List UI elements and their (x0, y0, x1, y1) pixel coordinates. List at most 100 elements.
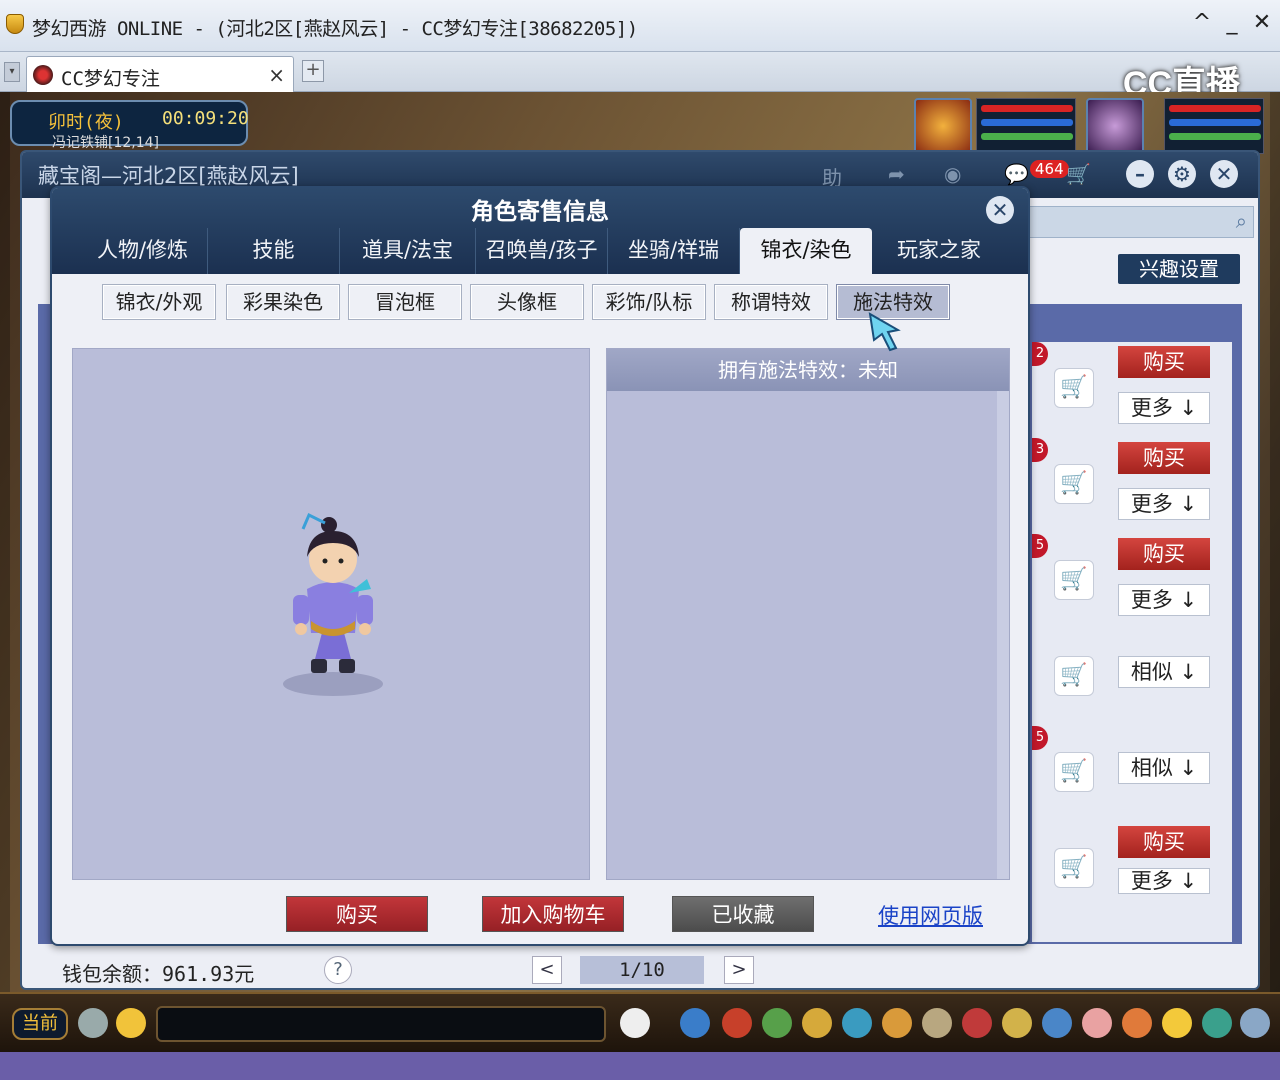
collapse-button[interactable]: ^ (1190, 10, 1214, 35)
gift-icon[interactable] (962, 1008, 992, 1038)
computer-icon[interactable] (1240, 1008, 1270, 1038)
cast-effect-scrollbar[interactable] (997, 391, 1009, 879)
tab-bar: ▾ CC梦幻专注 × + CC直播 (0, 52, 1280, 103)
new-tab-button[interactable]: + (302, 60, 324, 82)
share-icon[interactable]: ➦ (888, 162, 905, 186)
buy-button[interactable]: 购买 (286, 896, 428, 932)
next-page-button[interactable]: > (724, 956, 754, 984)
smiley-icon[interactable] (1162, 1008, 1192, 1038)
game-location: 冯记铁铺[12,14] (52, 135, 160, 151)
character-portrait[interactable] (914, 98, 972, 154)
tab-items-treasures[interactable]: 道具/法宝 (340, 228, 476, 274)
bag-icon[interactable] (722, 1008, 752, 1038)
similar-button[interactable]: 相似 ↓ (1118, 752, 1210, 784)
list-item: 2 🛒 购买 更多 ↓ (1032, 342, 1232, 432)
subtab-avatar-frame[interactable]: 头像框 (470, 284, 584, 320)
peach-icon[interactable] (1082, 1008, 1112, 1038)
game-bottom-hud: 当前 (0, 992, 1280, 1052)
tab-skills[interactable]: 技能 (208, 228, 340, 274)
app-icon (6, 14, 24, 34)
map-icon[interactable] (1042, 1008, 1072, 1038)
more-button[interactable]: 更多 ↓ (1118, 584, 1210, 616)
favorited-button[interactable]: 已收藏 (672, 896, 814, 932)
window-titlebar: 梦幻西游 ONLINE - (河北2区[燕赵风云] - CC梦幻专注[38682… (0, 0, 1280, 52)
subtab-title-effect[interactable]: 称谓特效 (714, 284, 828, 320)
sword-icon[interactable] (680, 1008, 710, 1038)
character-sale-info-modal: 角色寄售信息 ✕ 人物/修炼 技能 道具/法宝 召唤兽/孩子 坐骑/祥瑞 锦衣/… (50, 186, 1030, 946)
browser-tab[interactable]: CC梦幻专注 × (26, 56, 294, 92)
cast-effect-header: 拥有施法特效：未知 (607, 349, 1009, 391)
pet-icon[interactable] (882, 1008, 912, 1038)
page-indicator: 1/10 (580, 956, 704, 984)
item-index: 5 (1032, 726, 1048, 750)
more-button[interactable]: 更多 ↓ (1118, 488, 1210, 520)
pet-portrait[interactable] (1086, 98, 1144, 154)
cart-icon[interactable]: 🛒 (1066, 162, 1091, 186)
similar-button[interactable]: 相似 ↓ (1118, 656, 1210, 688)
add-to-cart-icon[interactable]: 🛒 (1054, 464, 1094, 504)
character-status-bars (976, 98, 1076, 154)
add-to-cart-icon[interactable]: 🛒 (1054, 656, 1094, 696)
item-index: 3 (1032, 438, 1048, 462)
pet-face-icon[interactable] (620, 1008, 650, 1038)
add-to-cart-icon[interactable]: 🛒 (1054, 848, 1094, 888)
more-button[interactable]: 更多 ↓ (1118, 868, 1210, 894)
modal-close-button[interactable]: ✕ (986, 196, 1014, 224)
team-icon[interactable] (762, 1008, 792, 1038)
character-sprite (283, 512, 383, 696)
search-input[interactable]: ⌕ (1022, 206, 1254, 238)
minimize-panel-button[interactable]: – (1126, 160, 1154, 188)
basket-icon[interactable] (1122, 1008, 1152, 1038)
tab-summons-children[interactable]: 召唤兽/孩子 (476, 228, 608, 274)
tab-player-home[interactable]: 玩家之家 (872, 228, 1006, 274)
tab-mounts[interactable]: 坐骑/祥瑞 (608, 228, 740, 274)
prev-page-button[interactable]: < (532, 956, 562, 984)
web-version-link[interactable]: 使用网页版 (878, 900, 983, 930)
interest-settings-button[interactable]: 兴趣设置 (1118, 254, 1240, 284)
add-to-cart-button[interactable]: 加入购物车 (482, 896, 624, 932)
chat-input[interactable] (156, 1006, 606, 1042)
close-panel-button[interactable]: ✕ (1210, 160, 1238, 188)
add-to-cart-icon[interactable]: 🛒 (1054, 368, 1094, 408)
system-icon[interactable] (1202, 1008, 1232, 1038)
bell-icon[interactable] (1002, 1008, 1032, 1038)
message-icon[interactable]: 💬 (1004, 162, 1029, 186)
chat-channel-button[interactable]: 当前 (12, 1008, 68, 1040)
subtab-bubble-frame[interactable]: 冒泡框 (348, 284, 462, 320)
buy-button[interactable]: 购买 (1118, 346, 1210, 378)
tab-close-button[interactable]: × (268, 63, 285, 87)
fist-icon[interactable] (802, 1008, 832, 1038)
subtab-outfit-appearance[interactable]: 锦衣/外观 (102, 284, 216, 320)
buy-button[interactable]: 购买 (1118, 442, 1210, 474)
more-button[interactable]: 更多 ↓ (1118, 392, 1210, 424)
tab-favicon-icon (33, 65, 53, 85)
tab-menu-button[interactable]: ▾ (4, 62, 20, 82)
add-to-cart-icon[interactable]: 🛒 (1054, 560, 1094, 600)
scroll-icon[interactable] (922, 1008, 952, 1038)
chat-bubble-icon[interactable] (116, 1008, 146, 1038)
subtab-fruit-dye[interactable]: 彩果染色 (226, 284, 340, 320)
close-window-button[interactable]: ✕ (1250, 10, 1274, 35)
minimize-button[interactable]: _ (1220, 10, 1244, 35)
mouse-cursor-icon (868, 312, 901, 352)
buy-button[interactable]: 购买 (1118, 538, 1210, 570)
add-to-cart-icon[interactable]: 🛒 (1054, 752, 1094, 792)
game-time-label: 卯时(夜) (48, 112, 124, 133)
subtab-ornament-team-badge[interactable]: 彩饰/队标 (592, 284, 706, 320)
microphone-icon[interactable] (78, 1008, 108, 1038)
record-icon[interactable]: ◉ (944, 162, 961, 186)
taskbar-strip (0, 1052, 1280, 1080)
settings-button[interactable]: ⚙ (1168, 160, 1196, 188)
tab-character-cultivation[interactable]: 人物/修炼 (78, 228, 208, 274)
browser-tab-label: CC梦幻专注 (61, 68, 160, 90)
list-item: 5 🛒 购买 更多 ↓ (1032, 534, 1232, 624)
buy-button[interactable]: 购买 (1118, 826, 1210, 858)
game-timer: 00:09:20 (162, 108, 249, 129)
tab-outfits-dye[interactable]: 锦衣/染色 (740, 228, 872, 274)
friends-icon[interactable] (842, 1008, 872, 1038)
wallet-balance: 钱包余额：961.93元 (62, 962, 255, 986)
pet-status-bars (1164, 98, 1264, 154)
modal-subtabs: 锦衣/外观 彩果染色 冒泡框 头像框 彩饰/队标 称谓特效 施法特效 (102, 284, 962, 320)
search-icon[interactable]: ⌕ (1236, 209, 1247, 233)
help-button[interactable]: ? (324, 956, 352, 984)
